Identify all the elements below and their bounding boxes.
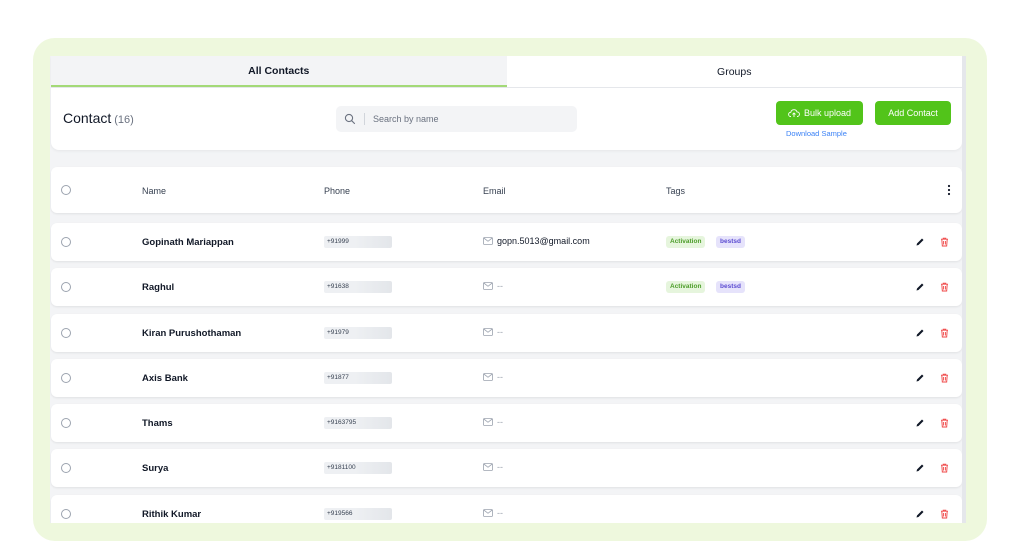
contact-email-text: -- bbox=[497, 508, 503, 518]
bulk-upload-label: Bulk upload bbox=[803, 108, 852, 118]
table-row[interactable]: Rithik Kumar +919566 -- bbox=[51, 495, 962, 523]
table-row[interactable]: Kiran Purushothaman +91979 -- bbox=[51, 314, 962, 352]
contact-name: Axis Bank bbox=[142, 373, 188, 384]
header-card: All Contacts Groups Contact(16) Bulk upl… bbox=[51, 56, 962, 150]
row-checkbox[interactable] bbox=[61, 509, 71, 519]
pencil-icon[interactable] bbox=[915, 463, 925, 473]
search-separator bbox=[364, 113, 365, 125]
contact-count: (16) bbox=[114, 114, 134, 126]
select-all-checkbox[interactable] bbox=[61, 185, 71, 195]
mail-icon bbox=[483, 509, 493, 517]
tab-groups[interactable]: Groups bbox=[506, 56, 962, 87]
trash-icon[interactable] bbox=[940, 373, 949, 383]
column-header-phone: Phone bbox=[324, 186, 351, 196]
page-title-text: Contact bbox=[63, 110, 112, 126]
contact-name: Surya bbox=[142, 463, 169, 474]
pencil-icon[interactable] bbox=[915, 373, 925, 383]
table-row[interactable]: Gopinath Mariappan +91999 gopn.5013@gmai… bbox=[51, 223, 962, 261]
tab-bar: All Contacts Groups bbox=[51, 56, 962, 88]
mail-icon bbox=[483, 418, 493, 426]
contact-name: Kiran Purushothaman bbox=[142, 328, 242, 339]
row-checkbox[interactable] bbox=[61, 418, 71, 428]
contact-phone: +91979 bbox=[324, 327, 392, 339]
tag-badge: bestsd bbox=[716, 236, 745, 248]
contact-email-text: -- bbox=[497, 417, 503, 427]
contact-email-text: -- bbox=[497, 281, 503, 291]
cloud-upload-icon bbox=[788, 109, 800, 117]
trash-icon[interactable] bbox=[940, 509, 949, 519]
contact-email-text: gopn.5013@gmail.com bbox=[497, 236, 590, 246]
row-checkbox[interactable] bbox=[61, 328, 71, 338]
row-checkbox[interactable] bbox=[61, 237, 71, 247]
row-checkbox[interactable] bbox=[61, 282, 71, 292]
mail-icon bbox=[483, 463, 493, 471]
table-header: Name Phone Email Tags bbox=[51, 167, 962, 213]
contacts-panel: All Contacts Groups Contact(16) Bulk upl… bbox=[50, 56, 966, 523]
table-row[interactable]: Thams +9163795 -- bbox=[51, 404, 962, 442]
pencil-icon[interactable] bbox=[915, 509, 925, 519]
tag-badge: Activation bbox=[666, 281, 706, 293]
search-icon bbox=[344, 113, 356, 125]
search-box[interactable] bbox=[336, 106, 577, 132]
tag-badge: bestsd bbox=[716, 281, 745, 293]
contact-email: -- bbox=[483, 281, 503, 291]
table-row[interactable]: Raghul +91638 -- Activation bestsd bbox=[51, 268, 962, 306]
mail-icon bbox=[483, 282, 493, 290]
mail-icon bbox=[483, 328, 493, 336]
column-header-name: Name bbox=[142, 186, 167, 196]
trash-icon[interactable] bbox=[940, 463, 949, 473]
table-row[interactable]: Surya +9181100 -- bbox=[51, 449, 962, 487]
contact-email-text: -- bbox=[497, 462, 503, 472]
contact-email-text: -- bbox=[497, 327, 503, 337]
contact-name: Raghul bbox=[142, 282, 175, 293]
column-header-tags: Tags bbox=[666, 186, 686, 196]
row-checkbox[interactable] bbox=[61, 373, 71, 383]
page-frame: All Contacts Groups Contact(16) Bulk upl… bbox=[33, 38, 987, 541]
trash-icon[interactable] bbox=[940, 237, 949, 247]
mail-icon bbox=[483, 373, 493, 381]
contact-email: -- bbox=[483, 327, 503, 337]
search-input[interactable] bbox=[373, 114, 553, 124]
contact-phone: +9163795 bbox=[324, 417, 392, 429]
contact-email: -- bbox=[483, 462, 503, 472]
bulk-upload-button[interactable]: Bulk upload bbox=[776, 101, 863, 125]
trash-icon[interactable] bbox=[940, 418, 949, 428]
contact-email: -- bbox=[483, 508, 503, 518]
table-row[interactable]: Axis Bank +91877 -- bbox=[51, 359, 962, 397]
scrollbar[interactable] bbox=[962, 56, 966, 523]
download-sample-link[interactable]: Download Sample bbox=[786, 129, 847, 138]
contact-email-text: -- bbox=[497, 372, 503, 382]
contact-phone: +91638 bbox=[324, 281, 392, 293]
contact-name: Gopinath Mariappan bbox=[142, 237, 234, 248]
contact-email: -- bbox=[483, 372, 503, 382]
page-title: Contact (16) bbox=[63, 110, 134, 126]
contact-name: Rithik Kumar bbox=[142, 509, 202, 520]
trash-icon[interactable] bbox=[940, 282, 949, 292]
pencil-icon[interactable] bbox=[915, 237, 925, 247]
pencil-icon[interactable] bbox=[915, 418, 925, 428]
column-header-email: Email bbox=[483, 186, 506, 196]
contact-phone: +919566 bbox=[324, 508, 392, 520]
toolbar: Contact(16) Bulk upload Download Sample … bbox=[51, 88, 962, 150]
mail-icon bbox=[483, 237, 493, 245]
contact-email: gopn.5013@gmail.com bbox=[483, 236, 590, 246]
contact-phone: +9181100 bbox=[324, 462, 392, 474]
trash-icon[interactable] bbox=[940, 328, 949, 338]
tab-all-contacts[interactable]: All Contacts bbox=[51, 56, 507, 87]
add-contact-button[interactable]: Add Contact bbox=[875, 101, 951, 125]
pencil-icon[interactable] bbox=[915, 328, 925, 338]
pencil-icon[interactable] bbox=[915, 282, 925, 292]
contact-email: -- bbox=[483, 417, 503, 427]
contact-phone: +91999 bbox=[324, 236, 392, 248]
row-checkbox[interactable] bbox=[61, 463, 71, 473]
contact-phone: +91877 bbox=[324, 372, 392, 384]
contact-name: Thams bbox=[142, 418, 173, 429]
kebab-menu-icon[interactable] bbox=[947, 184, 951, 196]
tag-badge: Activation bbox=[666, 236, 706, 248]
